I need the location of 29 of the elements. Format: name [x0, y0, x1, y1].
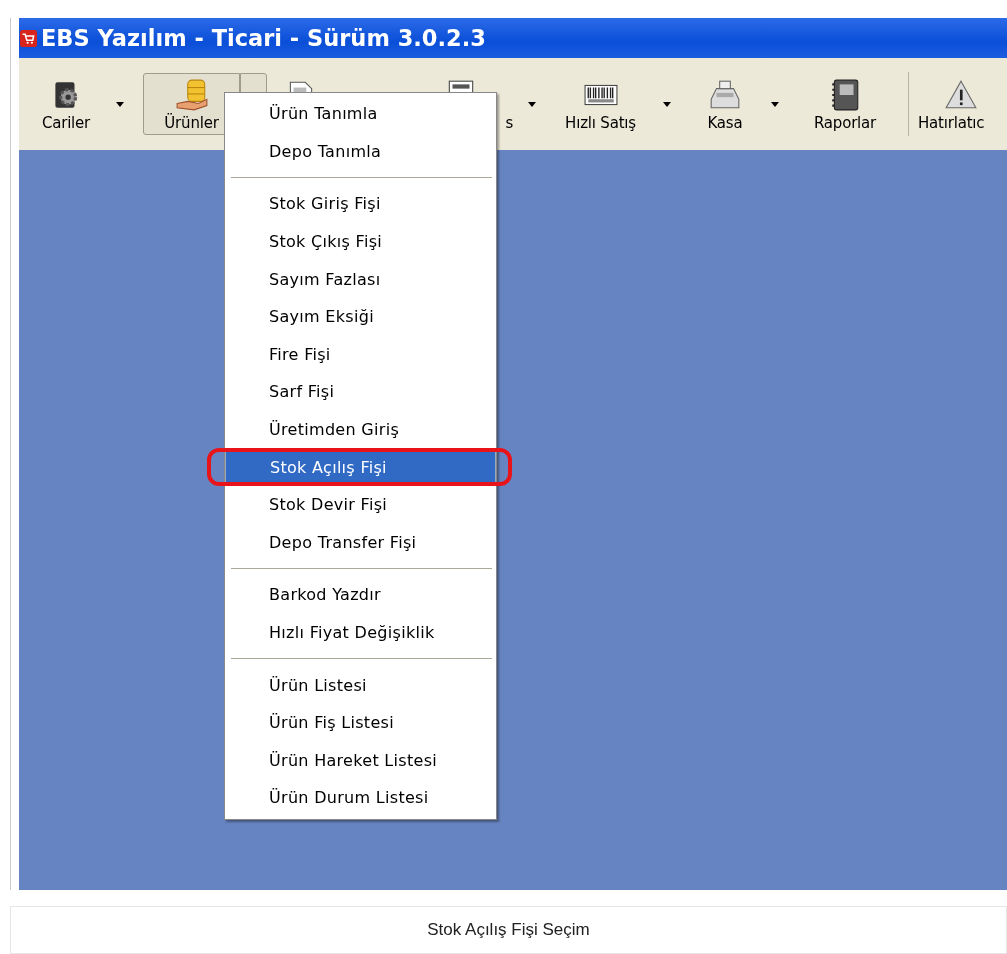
- menu-item[interactable]: Stok Çıkış Fişi: [225, 222, 496, 261]
- menu-item[interactable]: Ürün Listesi: [225, 666, 496, 704]
- menu-item[interactable]: Stok Devir Fişi: [225, 485, 496, 524]
- menu-item[interactable]: Ürün Hareket Listesi: [225, 741, 496, 780]
- menu-item[interactable]: Barkod Yazdır: [225, 576, 496, 614]
- menu-item[interactable]: Sayım Fazlası: [225, 260, 496, 298]
- menu-item[interactable]: Ürün Durum Listesi: [225, 779, 496, 817]
- coin-stack-icon: [174, 78, 209, 112]
- caret-icon: [662, 101, 671, 107]
- toolbar-button[interactable]: Cariler: [27, 73, 105, 135]
- caret-icon: [771, 101, 779, 107]
- toolbar-button[interactable]: Raporlar: [800, 73, 890, 135]
- menu-item[interactable]: Depo Tanımla: [225, 132, 496, 171]
- menu-item[interactable]: Sarf Fişi: [225, 373, 496, 411]
- menu-item[interactable]: Üretimden Giriş: [225, 410, 496, 449]
- menu-item[interactable]: Hızlı Fiyat Değişiklik: [225, 613, 496, 652]
- toolbar-button[interactable]: Hatırlatıc: [915, 73, 1007, 135]
- toolbar-button[interactable]: Hızlı Satış: [553, 73, 648, 135]
- menu-item[interactable]: Fire Fişi: [225, 335, 496, 374]
- toolbar-button[interactable]: Kasa: [690, 73, 760, 135]
- menu-item[interactable]: Stok Giriş Fişi: [225, 185, 496, 223]
- menu-item[interactable]: Sayım Eksiği: [225, 297, 496, 336]
- menu-item[interactable]: Depo Transfer Fişi: [225, 523, 496, 562]
- caret-icon: [116, 101, 124, 107]
- caption: Stok Açılış Fişi Seçim: [10, 906, 1007, 954]
- caret-icon: [528, 101, 536, 107]
- window-title: EBS Yazılım - Ticari - Sürüm 3.0.2.3: [41, 25, 486, 51]
- cart-icon: [20, 29, 37, 47]
- menu-item[interactable]: Ürün Fiş Listesi: [225, 703, 496, 742]
